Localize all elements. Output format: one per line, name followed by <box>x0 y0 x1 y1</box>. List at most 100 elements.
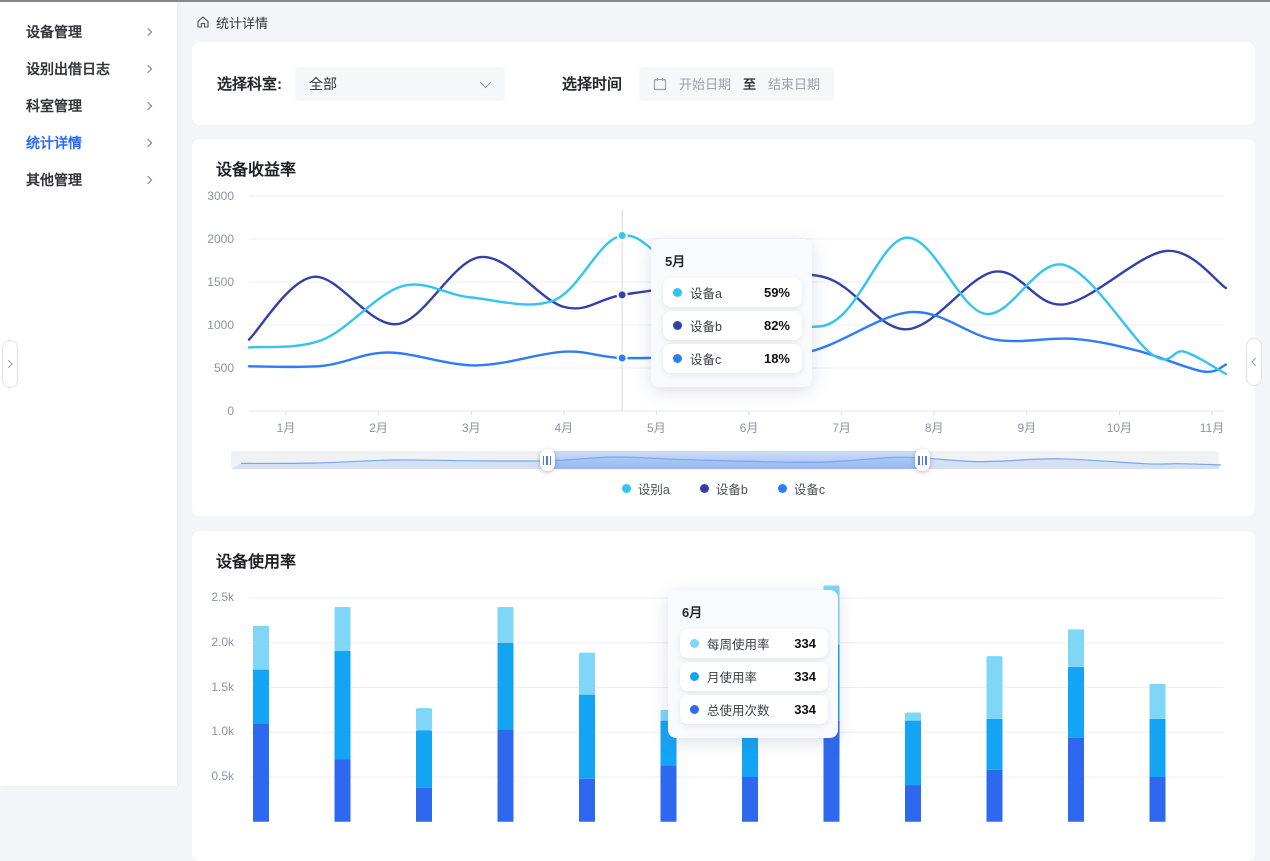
sidebar-item-4[interactable]: 其他管理 <box>0 161 177 198</box>
chevron-right-icon <box>4 360 12 368</box>
series-dot-icon <box>690 705 699 714</box>
tooltip-series-name: 月使用率 <box>707 667 757 686</box>
x-axis-label: 6月 <box>729 419 769 436</box>
home-icon <box>196 15 210 29</box>
y-axis-label: 2000 <box>194 232 234 246</box>
calendar-icon <box>653 77 667 91</box>
chevron-down-icon <box>480 76 491 87</box>
tooltip-row: 月使用率 334 <box>680 662 828 691</box>
legend-dot-icon <box>778 484 787 493</box>
usage-tooltip: 6月每周使用率334 月使用率 334 总使用次数 334 <box>668 590 838 738</box>
sidebar-item-label: 科室管理 <box>26 96 82 116</box>
x-axis-label: 4月 <box>544 419 584 436</box>
sidebar-item-1[interactable]: 设别出借日志 <box>0 50 177 87</box>
revenue-tooltip: 5月设备a 59% 设备b 82% 设备c 18% <box>651 239 812 387</box>
tooltip-series-name: 设备a <box>690 283 722 302</box>
breadcrumb-label: 统计详情 <box>216 13 268 32</box>
chevron-right-icon <box>144 27 152 35</box>
tooltip-row: 设备a 59% <box>663 278 802 307</box>
series-dot-icon <box>673 321 682 330</box>
legend-item[interactable]: 设备c <box>778 479 825 498</box>
legend-label: 设备c <box>794 479 825 498</box>
dept-select[interactable]: 全部 <box>295 67 505 101</box>
legend-label: 设别a <box>638 479 670 498</box>
breadcrumb[interactable]: 统计详情 <box>177 2 1270 42</box>
x-axis-label: 8月 <box>914 419 954 436</box>
datazoom-right-handle[interactable] <box>915 449 930 471</box>
series-dot-icon <box>673 354 682 363</box>
x-axis-label: 10月 <box>1099 419 1139 436</box>
x-axis-label: 2月 <box>359 419 399 436</box>
y-axis-label: 0.5k <box>194 769 234 783</box>
x-axis-label: 9月 <box>1007 419 1047 436</box>
tooltip-series-name: 总使用次数 <box>707 700 770 719</box>
tooltip-series-name: 设备b <box>690 316 722 335</box>
tooltip-series-value: 82% <box>764 318 790 333</box>
time-filter-label: 选择时间 <box>562 73 622 94</box>
start-date-input[interactable]: 开始日期 <box>679 74 731 93</box>
chevron-right-icon <box>144 64 152 72</box>
y-axis-label: 1000 <box>194 318 234 332</box>
y-axis-label: 1.5k <box>194 680 234 694</box>
tooltip-series-value: 59% <box>764 285 790 300</box>
tooltip-row: 设备b 82% <box>663 311 802 340</box>
sidebar-item-label: 统计详情 <box>26 133 82 153</box>
series-dot-icon <box>690 672 699 681</box>
window-top-edge <box>0 0 1270 2</box>
legend-item[interactable]: 设备b <box>700 479 748 498</box>
revenue-chart-legend: 设别a 设备b 设备c <box>192 479 1255 498</box>
sidebar-item-label: 设备管理 <box>26 22 82 42</box>
series-dot-icon <box>673 288 682 297</box>
y-axis-label: 2.5k <box>194 590 234 604</box>
legend-item[interactable]: 设别a <box>622 479 670 498</box>
datazoom-left-handle[interactable] <box>540 449 555 471</box>
x-axis-label: 7月 <box>822 419 862 436</box>
content: 选择科室: 全部 选择时间 开始日期 至 结束日期 设备收益率 3000 2000… <box>177 42 1270 861</box>
tooltip-row: 总使用次数 334 <box>680 695 828 724</box>
legend-dot-icon <box>622 484 631 493</box>
sidebar-item-2[interactable]: 科室管理 <box>0 87 177 124</box>
expand-left-panel-button[interactable] <box>2 340 18 388</box>
collapse-right-panel-button[interactable] <box>1246 338 1262 386</box>
date-separator: 至 <box>743 74 756 93</box>
usage-chart-title: 设备使用率 <box>216 548 296 572</box>
date-range-picker[interactable]: 开始日期 至 结束日期 <box>639 67 834 101</box>
datazoom-slider[interactable] <box>231 451 1219 469</box>
sidebar-item-label: 设别出借日志 <box>26 59 110 79</box>
chevron-right-icon <box>144 175 152 183</box>
y-axis-label: 1.0k <box>194 724 234 738</box>
datazoom-selected-range[interactable] <box>547 451 922 469</box>
y-axis-label: 3000 <box>194 189 234 203</box>
chevron-right-icon <box>144 138 152 146</box>
legend-label: 设备b <box>716 479 748 498</box>
y-axis-label: 500 <box>194 361 234 375</box>
dept-select-value: 全部 <box>309 74 337 94</box>
chevron-right-icon <box>144 101 152 109</box>
revenue-chart-title: 设备收益率 <box>216 156 296 180</box>
y-axis-label: 2.0k <box>194 635 234 649</box>
tooltip-series-name: 设备c <box>690 349 721 368</box>
chevron-left-icon <box>1251 358 1259 366</box>
tooltip-row: 设备c 18% <box>663 344 802 373</box>
sidebar-item-3[interactable]: 统计详情 <box>0 124 177 161</box>
sidebar: 设备管理设别出借日志科室管理统计详情其他管理 <box>0 2 177 786</box>
x-axis-label: 3月 <box>451 419 491 436</box>
y-axis-label: 1500 <box>194 275 234 289</box>
sidebar-item-0[interactable]: 设备管理 <box>0 13 177 50</box>
filter-card: 选择科室: 全部 选择时间 开始日期 至 结束日期 <box>192 42 1255 125</box>
tooltip-series-value: 334 <box>794 636 816 651</box>
tooltip-series-value: 18% <box>764 351 790 366</box>
series-dot-icon <box>690 639 699 648</box>
tooltip-row: 每周使用率334 <box>680 629 828 658</box>
tooltip-title: 6月 <box>682 602 828 621</box>
y-axis-label: 0 <box>194 404 234 418</box>
dept-filter-label: 选择科室: <box>217 73 282 94</box>
tooltip-title: 5月 <box>665 251 802 270</box>
end-date-input[interactable]: 结束日期 <box>768 74 820 93</box>
legend-dot-icon <box>700 484 709 493</box>
x-axis-label: 1月 <box>266 419 306 436</box>
tooltip-series-value: 334 <box>794 669 816 684</box>
sidebar-item-label: 其他管理 <box>26 170 82 190</box>
tooltip-series-value: 334 <box>794 702 816 717</box>
x-axis-label: 11月 <box>1192 419 1232 436</box>
